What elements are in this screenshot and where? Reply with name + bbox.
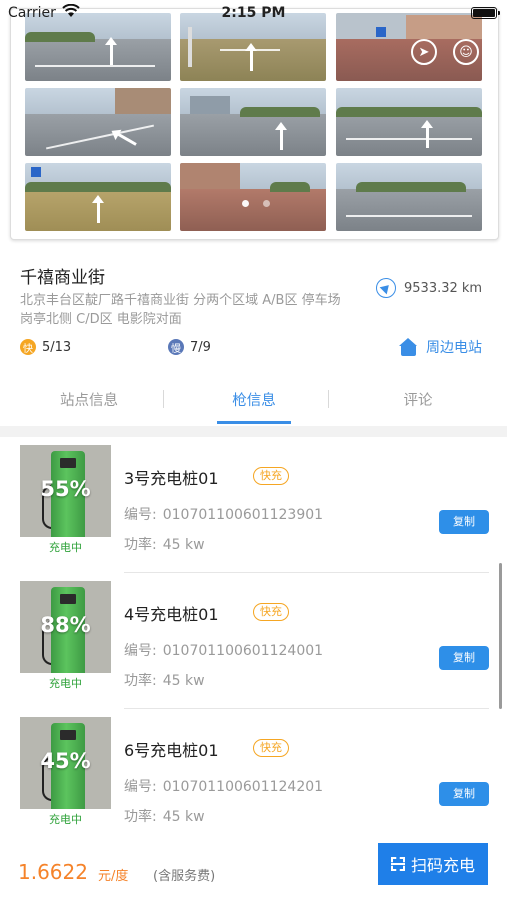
slow-available: 7/9	[190, 339, 211, 355]
station-photo[interactable]	[336, 163, 482, 231]
fast-count: 快 5/13	[20, 339, 71, 355]
pager-dot[interactable]	[263, 200, 270, 207]
charger-power-row: 功率: 45 kw	[124, 534, 205, 554]
clock: 2:15 PM	[221, 5, 286, 21]
charger-item[interactable]: 88% 充电中 4号充电桩01 快充 编号: 010701100601124001…	[0, 573, 507, 709]
scrollbar[interactable]	[499, 563, 502, 709]
active-tab-indicator	[217, 421, 291, 424]
price-unit: 元/度	[98, 869, 129, 884]
copy-button[interactable]: 复制	[439, 646, 489, 670]
charge-percent: 45%	[40, 749, 91, 773]
charger-code: 010701100601124001	[162, 643, 324, 659]
tab-station-info[interactable]: 站点信息	[29, 389, 149, 410]
station-address: 北京丰台区靛厂路千禧商业街 分两个区域 A/B区 停车场岗亭北侧 C/D区 电影…	[20, 293, 341, 327]
charging-status: 充电中	[49, 541, 82, 554]
charger-image: 55%	[20, 445, 111, 537]
station-photo[interactable]	[25, 88, 171, 156]
fast-available: 5/13	[42, 339, 72, 355]
copy-button[interactable]: 复制	[439, 510, 489, 534]
charging-status: 充电中	[49, 677, 82, 690]
fast-badge-icon: 快	[20, 339, 36, 355]
charging-status: 充电中	[49, 813, 82, 826]
distance-value: 9533.32 km	[404, 280, 483, 296]
charger-power: 45 kw	[162, 537, 205, 553]
fast-charge-tag: 快充	[253, 603, 289, 621]
info-tabs: 站点信息 枪信息 评论	[0, 380, 507, 422]
code-label: 编号:	[124, 643, 157, 659]
code-label: 编号:	[124, 507, 157, 523]
charger-code-row: 编号: 010701100601124201	[124, 776, 323, 796]
nearby-stations-button[interactable]: 周边电站	[399, 337, 482, 357]
distance-navigate[interactable]: 9533.32 km	[376, 277, 482, 299]
tab-divider	[163, 390, 164, 408]
nearby-label: 周边电站	[426, 340, 482, 356]
scan-label: 扫码充电	[410, 856, 475, 875]
charger-power-row: 功率: 45 kw	[124, 806, 205, 826]
charger-power: 45 kw	[162, 809, 205, 825]
charger-name: 6号充电桩01	[124, 741, 219, 760]
price-note: (含服务费)	[153, 869, 216, 884]
tab-comments[interactable]: 评论	[358, 389, 478, 410]
price-value: 1.6622	[18, 860, 88, 884]
charger-code: 010701100601124201	[162, 779, 324, 795]
charge-percent: 88%	[40, 613, 91, 637]
scan-to-charge-button[interactable]: 扫码充电	[378, 843, 488, 885]
charger-name: 3号充电桩01	[124, 469, 219, 488]
code-label: 编号:	[124, 779, 157, 795]
fast-charge-tag: 快充	[253, 739, 289, 757]
station-photo[interactable]	[180, 163, 326, 231]
charger-power-row: 功率: 45 kw	[124, 670, 205, 690]
power-label: 功率:	[124, 537, 157, 553]
fast-charge-tag: 快充	[253, 467, 289, 485]
location-arrow-icon	[376, 278, 396, 298]
bottom-bar: 1.6622 元/度 (含服务费) 扫码充电	[0, 832, 507, 900]
station-photo[interactable]	[180, 88, 326, 156]
charger-code: 010701100601123901	[162, 507, 324, 523]
battery-icon	[471, 7, 500, 19]
charger-code-row: 编号: 010701100601123901	[124, 504, 323, 524]
station-photo[interactable]	[25, 163, 171, 231]
charger-code-row: 编号: 010701100601124001	[124, 640, 323, 660]
pager-dot[interactable]	[242, 200, 249, 207]
tab-connector-info[interactable]: 枪信息	[194, 389, 314, 410]
charger-power: 45 kw	[162, 673, 205, 689]
home-icon	[399, 338, 418, 356]
charger-image: 88%	[20, 581, 111, 673]
power-label: 功率:	[124, 673, 157, 689]
power-label: 功率:	[124, 809, 157, 825]
charger-name: 4号充电桩01	[124, 605, 219, 624]
slow-count: 慢 7/9	[168, 339, 211, 355]
station-photo-gallery[interactable]: ➤ ☺	[10, 8, 499, 240]
station-name: 千禧商业街	[20, 268, 105, 288]
charger-list[interactable]: 55% 充电中 3号充电桩01 快充 编号: 010701100601123901…	[0, 426, 507, 831]
charger-image: 45%	[20, 717, 111, 809]
charger-item[interactable]: 55% 充电中 3号充电桩01 快充 编号: 010701100601123901…	[0, 437, 507, 573]
charge-percent: 55%	[40, 477, 91, 501]
feedback-face-icon[interactable]: ☺	[453, 39, 479, 65]
copy-button[interactable]: 复制	[439, 782, 489, 806]
status-bar: Carrier 2:15 PM	[0, 0, 507, 26]
navigate-icon[interactable]: ➤	[411, 39, 437, 65]
charger-item[interactable]: 45% 充电中 6号充电桩01 快充 编号: 010701100601124201…	[0, 709, 507, 831]
station-photo[interactable]	[336, 88, 482, 156]
scan-icon	[390, 857, 405, 871]
tab-divider	[328, 390, 329, 408]
slow-badge-icon: 慢	[168, 339, 184, 355]
